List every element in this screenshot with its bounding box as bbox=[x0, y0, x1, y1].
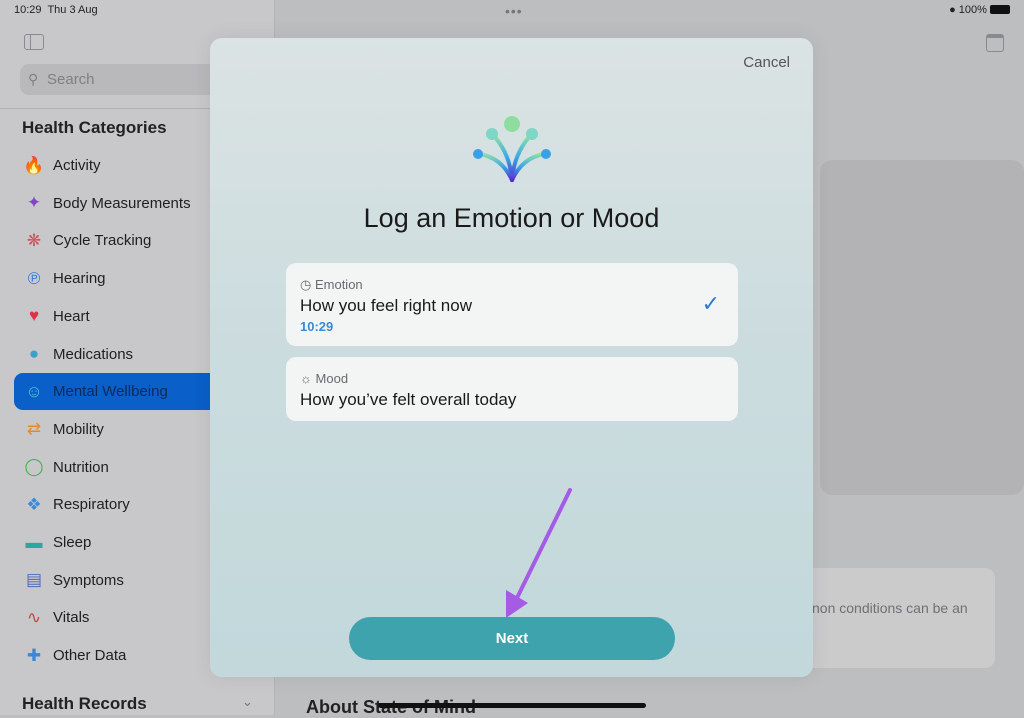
home-indicator bbox=[378, 703, 646, 708]
annotation-arrow bbox=[506, 488, 572, 618]
